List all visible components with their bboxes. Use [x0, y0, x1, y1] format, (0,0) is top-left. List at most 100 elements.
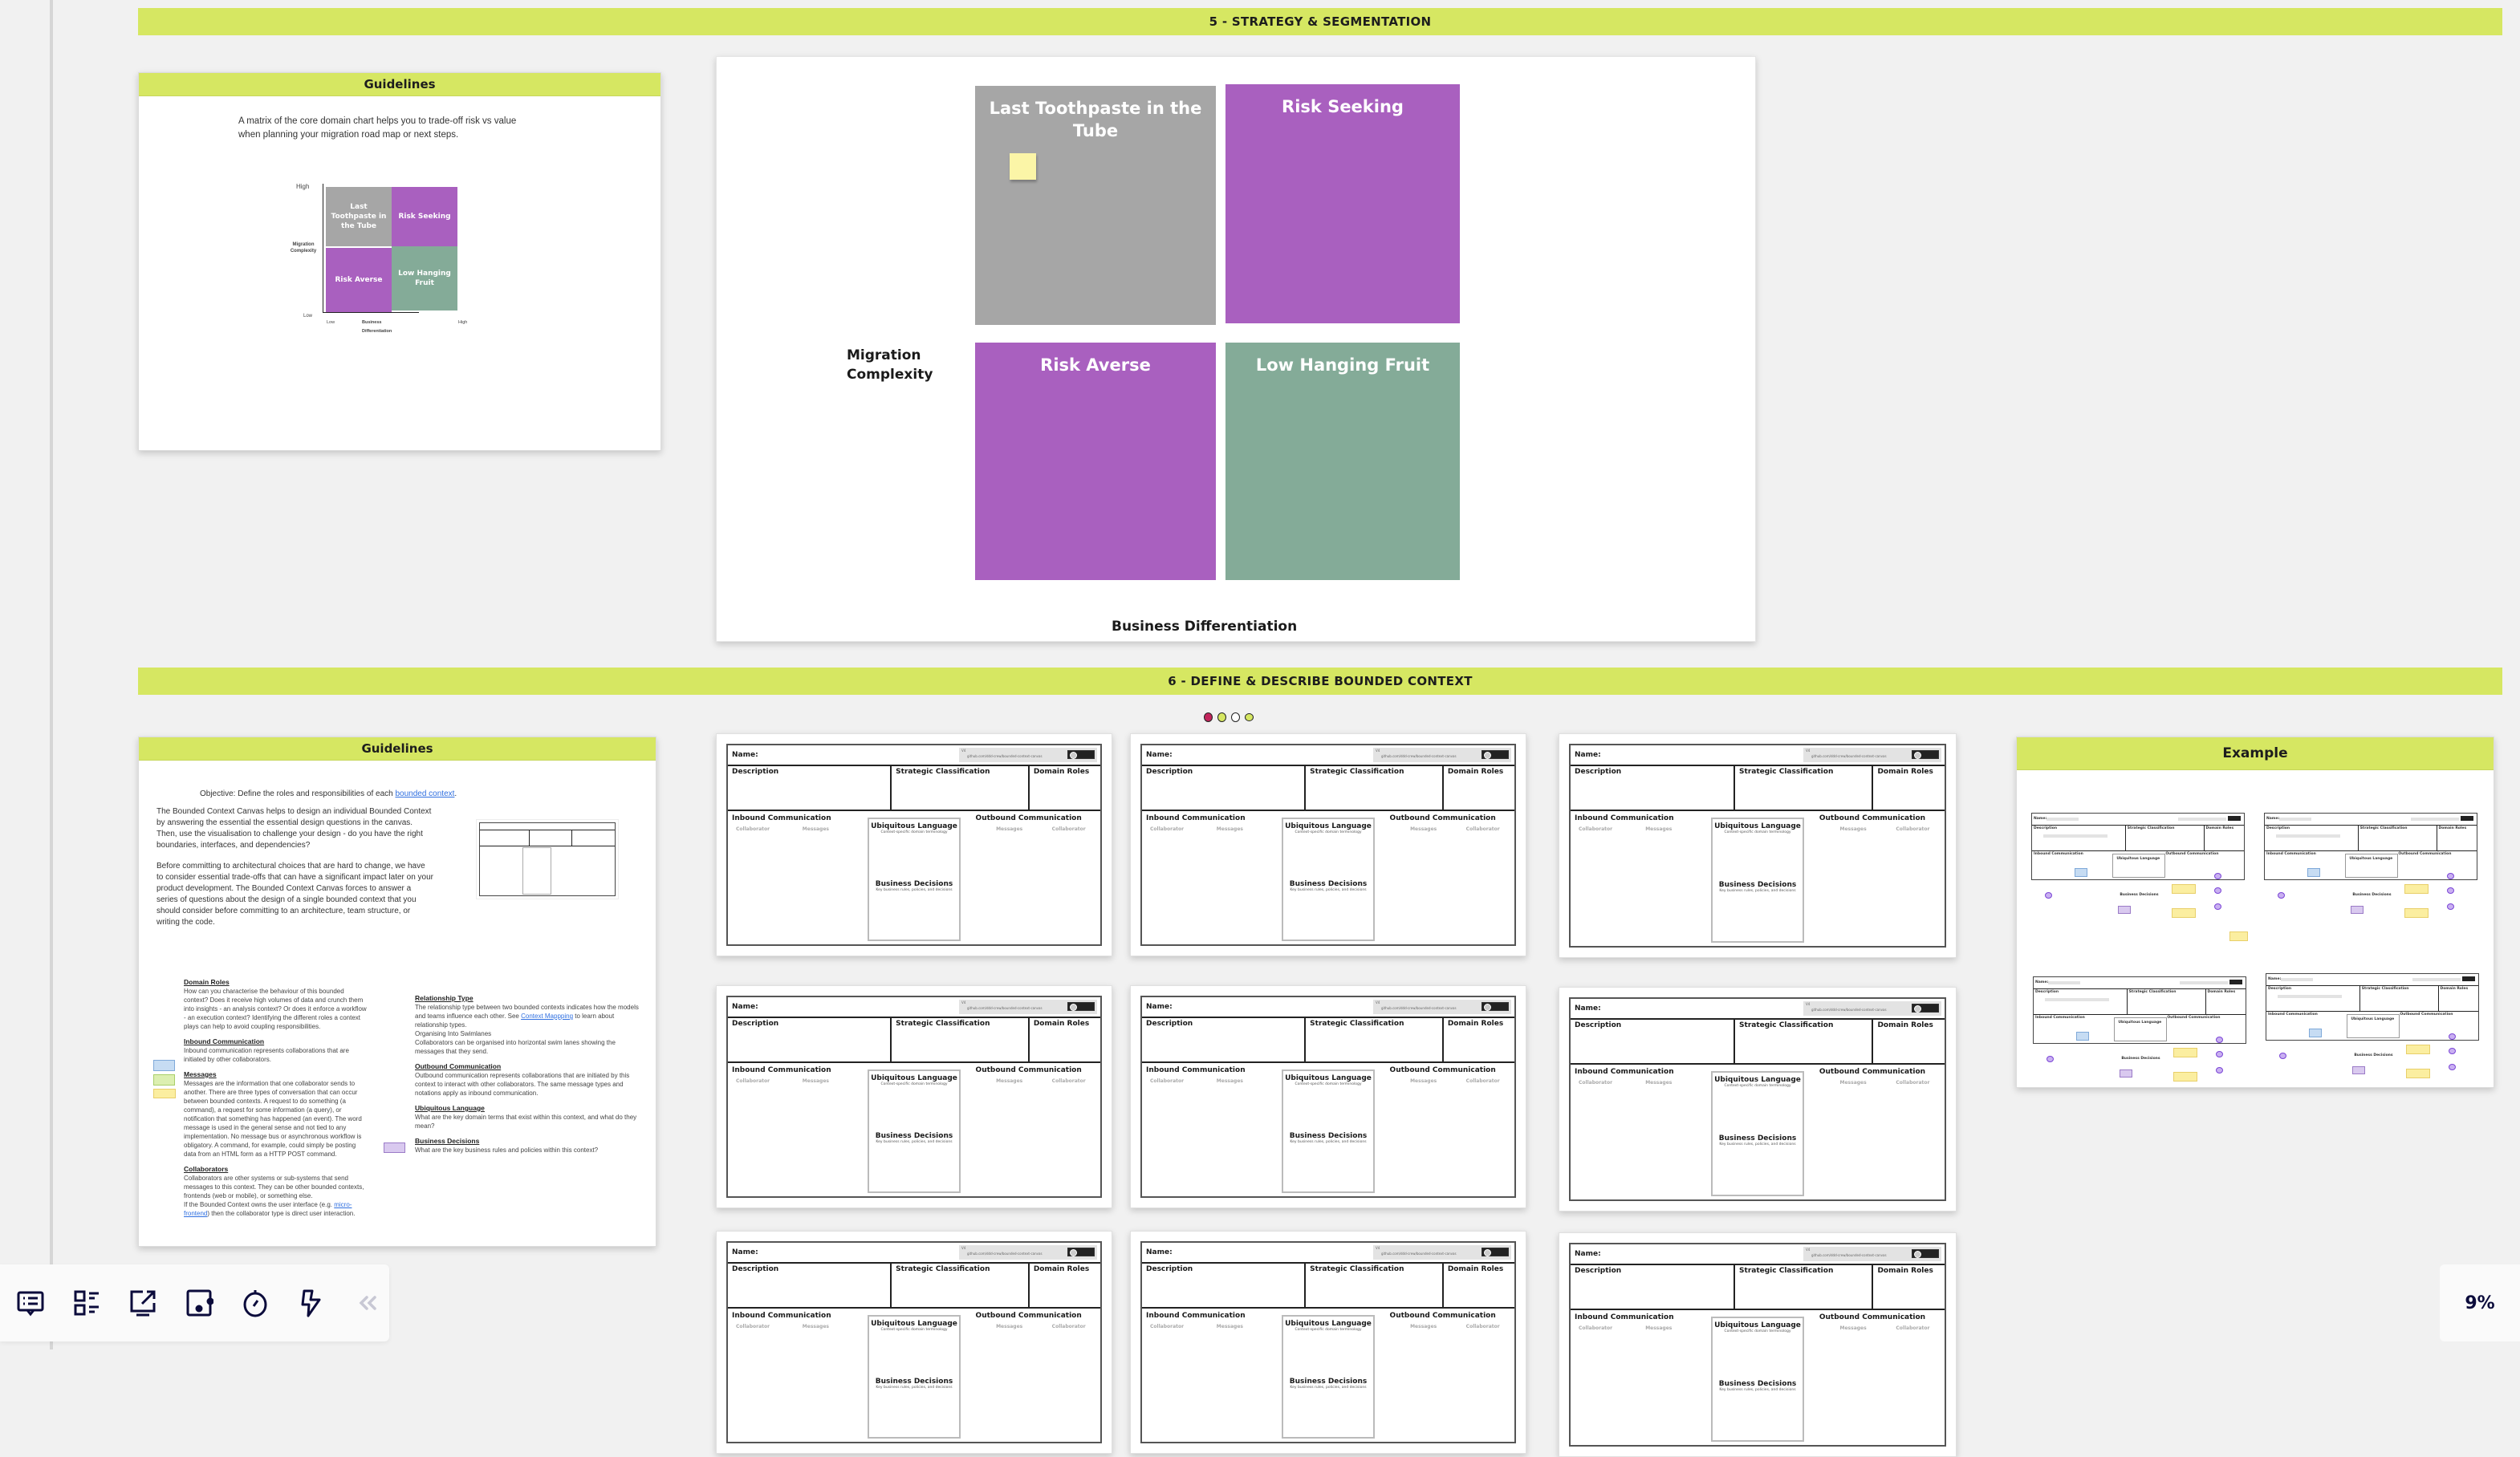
- canvas-name-label[interactable]: Name:: [1575, 1250, 1601, 1258]
- canvas-ubiquitous-language[interactable]: Ubiquitous Language Context-specific dom…: [1282, 1315, 1375, 1439]
- canvas-card[interactable]: Name: V4 github.com/ddd-crew/bounded-con…: [716, 733, 1112, 956]
- canvas-strategic-classification[interactable]: Strategic Classification: [1735, 766, 1874, 810]
- canvas-domain-roles[interactable]: Domain Roles: [1873, 1020, 1945, 1063]
- collapse-toolbar-button[interactable]: [348, 1284, 387, 1322]
- canvas-description[interactable]: Description: [1571, 1020, 1736, 1063]
- canvas-domain-roles[interactable]: Domain Roles: [1030, 1264, 1100, 1307]
- canvas-business-decisions[interactable]: Business Decisions Key business rules, p…: [1283, 877, 1373, 892]
- canvas-card[interactable]: Name: V4 github.com/ddd-crew/bounded-con…: [716, 985, 1112, 1208]
- canvas-card[interactable]: Name: V4 github.com/ddd-crew/bounded-con…: [1130, 1231, 1526, 1454]
- guidelines-card-bounded-context[interactable]: Guidelines Objective: Define the roles a…: [138, 737, 656, 1247]
- board-list-button[interactable]: [67, 1284, 106, 1322]
- timer-button[interactable]: [236, 1284, 274, 1322]
- canvas-inbound[interactable]: Inbound Communication: [1146, 1066, 1246, 1074]
- canvas-strategic-classification[interactable]: Strategic Classification: [892, 1264, 1030, 1307]
- zoom-level-indicator[interactable]: 9%: [2440, 1264, 2520, 1341]
- quadrant-last-toothpaste[interactable]: Last Toothpaste in the Tube: [975, 86, 1216, 325]
- canvas-description[interactable]: Description: [728, 1018, 892, 1061]
- canvas-strategic-classification[interactable]: Strategic Classification: [1735, 1265, 1874, 1309]
- canvas-name-label[interactable]: Name:: [1575, 751, 1601, 759]
- quadrant-risk-seeking[interactable]: Risk Seeking: [1225, 84, 1460, 323]
- canvas-business-decisions[interactable]: Business Decisions Key business rules, p…: [869, 1374, 959, 1390]
- canvas-domain-roles[interactable]: Domain Roles: [1444, 1018, 1514, 1061]
- canvas-business-decisions[interactable]: Business Decisions Key business rules, p…: [1713, 1377, 1803, 1392]
- canvas-outbound[interactable]: Outbound Communication: [1819, 1313, 1925, 1321]
- canvas-ubiquitous-language[interactable]: Ubiquitous Language Context-specific dom…: [1710, 1317, 1805, 1442]
- canvas-card[interactable]: Name: V4 github.com/ddd-crew/bounded-con…: [1130, 985, 1526, 1208]
- example-canvas[interactable]: Name: Description Strategic Classificati…: [2031, 813, 2245, 918]
- canvas-business-decisions[interactable]: Business Decisions Key business rules, p…: [1713, 878, 1803, 893]
- canvas-ubiquitous-language[interactable]: Ubiquitous Language Context-specific dom…: [868, 818, 961, 941]
- canvas-domain-roles[interactable]: Domain Roles: [1873, 1265, 1945, 1309]
- lightning-button[interactable]: [292, 1284, 331, 1322]
- canvas-strategic-classification[interactable]: Strategic Classification: [892, 766, 1030, 810]
- canvas-outbound[interactable]: Outbound Communication: [976, 1312, 1082, 1320]
- canvas-business-decisions[interactable]: Business Decisions Key business rules, p…: [1713, 1131, 1803, 1147]
- canvas-inbound[interactable]: Inbound Communication: [1575, 814, 1674, 822]
- bounded-context-link[interactable]: bounded context: [395, 789, 454, 798]
- canvas-domain-roles[interactable]: Domain Roles: [1030, 1018, 1100, 1061]
- canvas-card[interactable]: Name: V4 github.com/ddd-crew/bounded-con…: [1559, 1232, 1957, 1457]
- canvas-inbound[interactable]: Inbound Communication: [732, 1066, 831, 1074]
- canvas-strategic-classification[interactable]: Strategic Classification: [892, 1018, 1030, 1061]
- quadrant-low-hanging-fruit[interactable]: Low Hanging Fruit: [1225, 343, 1460, 580]
- canvas-name-label[interactable]: Name:: [1146, 1003, 1173, 1011]
- share-screen-button[interactable]: [124, 1284, 162, 1322]
- example-canvas[interactable]: Name: Description Strategic Classificati…: [2266, 973, 2479, 1078]
- comments-button[interactable]: [11, 1284, 50, 1322]
- canvas-strategic-classification[interactable]: Strategic Classification: [1306, 766, 1444, 810]
- canvas-inbound[interactable]: Inbound Communication: [732, 814, 831, 822]
- canvas-strategic-classification[interactable]: Strategic Classification: [1735, 1020, 1874, 1063]
- canvas-outbound[interactable]: Outbound Communication: [1390, 1312, 1496, 1320]
- canvas-ubiquitous-language[interactable]: Ubiquitous Language Context-specific dom…: [868, 1315, 961, 1439]
- canvas-outbound[interactable]: Outbound Communication: [1819, 1068, 1925, 1076]
- canvas-business-decisions[interactable]: Business Decisions Key business rules, p…: [869, 1129, 959, 1144]
- canvas-name-label[interactable]: Name:: [732, 751, 758, 759]
- sticky-note[interactable]: [1010, 153, 1036, 180]
- canvas-domain-roles[interactable]: Domain Roles: [1030, 766, 1100, 810]
- canvas-outbound[interactable]: Outbound Communication: [976, 814, 1082, 822]
- canvas-description[interactable]: Description: [1571, 1265, 1736, 1309]
- canvas-strategic-classification[interactable]: Strategic Classification: [1306, 1018, 1444, 1061]
- canvas-ubiquitous-language[interactable]: Ubiquitous Language Context-specific dom…: [868, 1069, 961, 1193]
- canvas-domain-roles[interactable]: Domain Roles: [1444, 1264, 1514, 1307]
- canvas-description[interactable]: Description: [1571, 766, 1736, 810]
- canvas-inbound[interactable]: Inbound Communication: [1575, 1313, 1674, 1321]
- canvas-card[interactable]: Name: V4 github.com/ddd-crew/bounded-con…: [1130, 733, 1526, 956]
- canvas-outbound[interactable]: Outbound Communication: [1390, 1066, 1496, 1074]
- example-canvas[interactable]: Name: Description Strategic Classificati…: [2033, 976, 2246, 1082]
- example-card[interactable]: Example Name: Description Strategic Clas…: [2016, 737, 2494, 1088]
- canvas-business-decisions[interactable]: Business Decisions Key business rules, p…: [1283, 1374, 1373, 1390]
- canvas-outbound[interactable]: Outbound Communication: [1390, 814, 1496, 822]
- guidelines-card-strategy[interactable]: Guidelines A matrix of the core domain c…: [138, 72, 661, 451]
- example-canvas[interactable]: Name: Description Strategic Classificati…: [2264, 813, 2477, 918]
- canvas-card[interactable]: Name: V4 github.com/ddd-crew/bounded-con…: [1559, 733, 1957, 958]
- canvas-strategic-classification[interactable]: Strategic Classification: [1306, 1264, 1444, 1307]
- canvas-card[interactable]: Name: V4 github.com/ddd-crew/bounded-con…: [1559, 987, 1957, 1211]
- canvas-name-label[interactable]: Name:: [1146, 1248, 1173, 1256]
- canvas-domain-roles[interactable]: Domain Roles: [1873, 766, 1945, 810]
- frames-button[interactable]: [180, 1284, 218, 1322]
- canvas-name-label[interactable]: Name:: [732, 1003, 758, 1011]
- canvas-ubiquitous-language[interactable]: Ubiquitous Language Context-specific dom…: [1282, 818, 1375, 941]
- context-mapping-link[interactable]: Context Mappping: [521, 1013, 573, 1020]
- canvas-name-label[interactable]: Name:: [1575, 1004, 1601, 1013]
- canvas-description[interactable]: Description: [1142, 766, 1307, 810]
- canvas-card[interactable]: Name: V4 github.com/ddd-crew/bounded-con…: [716, 1231, 1112, 1454]
- canvas-inbound[interactable]: Inbound Communication: [1146, 814, 1246, 822]
- canvas-inbound[interactable]: Inbound Communication: [1146, 1312, 1246, 1320]
- canvas-name-label[interactable]: Name:: [1146, 751, 1173, 759]
- canvas-outbound[interactable]: Outbound Communication: [976, 1066, 1082, 1074]
- canvas-ubiquitous-language[interactable]: Ubiquitous Language Context-specific dom…: [1710, 818, 1805, 943]
- canvas-description[interactable]: Description: [728, 766, 892, 810]
- canvas-ubiquitous-language[interactable]: Ubiquitous Language Context-specific dom…: [1282, 1069, 1375, 1193]
- canvas-domain-roles[interactable]: Domain Roles: [1444, 766, 1514, 810]
- canvas-ubiquitous-language[interactable]: Ubiquitous Language Context-specific dom…: [1710, 1071, 1805, 1196]
- canvas-inbound[interactable]: Inbound Communication: [1575, 1068, 1674, 1076]
- canvas-name-label[interactable]: Name:: [732, 1248, 758, 1256]
- canvas-business-decisions[interactable]: Business Decisions Key business rules, p…: [1283, 1129, 1373, 1144]
- canvas-inbound[interactable]: Inbound Communication: [732, 1312, 831, 1320]
- canvas-outbound[interactable]: Outbound Communication: [1819, 814, 1925, 822]
- canvas-description[interactable]: Description: [1142, 1018, 1307, 1061]
- canvas-description[interactable]: Description: [728, 1264, 892, 1307]
